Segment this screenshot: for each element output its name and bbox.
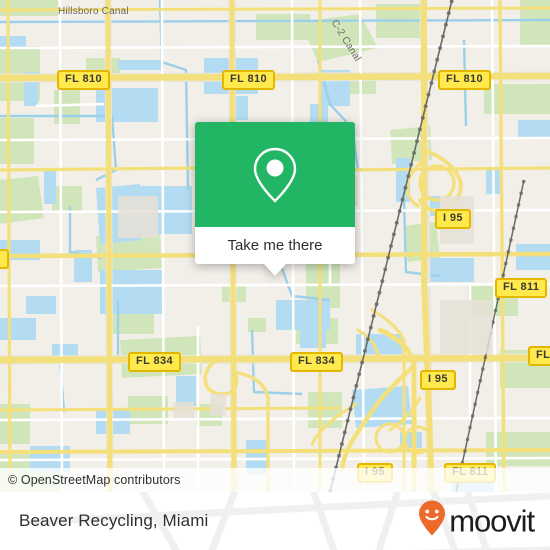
popup-pointer-tail	[264, 264, 286, 276]
map-viewport[interactable]: Hillsboro Canal C-2 Canal FL 810 FL 810 …	[0, 0, 550, 492]
shield-partial-left[interactable]: 1	[0, 249, 9, 269]
shield-fl-834-left[interactable]: FL 834	[128, 352, 182, 372]
shield-fl-810-left[interactable]: FL 810	[57, 70, 111, 90]
map-attribution-bar: © OpenStreetMap contributors	[0, 468, 550, 492]
page-title: Beaver Recycling, Miami	[19, 511, 209, 530]
shield-fl-834-mid[interactable]: FL 834	[290, 352, 344, 372]
osm-attribution-text[interactable]: © OpenStreetMap contributors	[0, 473, 181, 487]
shield-i-95-upper[interactable]: I 95	[435, 209, 471, 229]
popup-image-panel	[195, 122, 355, 227]
shield-fl-811-upper[interactable]: FL 811	[495, 278, 548, 298]
moovit-logo[interactable]: moovit	[417, 500, 535, 543]
footer-bar: Beaver Recycling, Miami moovit	[0, 492, 550, 550]
shield-fl-partial-right[interactable]: FL	[528, 346, 550, 366]
hillsboro-canal-label: Hillsboro Canal	[58, 6, 129, 17]
shield-fl-810-right[interactable]: FL 810	[438, 70, 492, 90]
location-popup: Take me there	[195, 122, 355, 276]
take-me-there-label: Take me there	[227, 237, 323, 254]
map-screenshot: Hillsboro Canal C-2 Canal FL 810 FL 810 …	[0, 0, 550, 550]
moovit-wordmark: moovit	[449, 503, 535, 539]
map-pin-icon	[249, 144, 301, 206]
moovit-smiley-pin-icon	[417, 500, 447, 543]
shield-i-95-mid[interactable]: I 95	[420, 370, 456, 390]
take-me-there-button[interactable]: Take me there	[195, 227, 355, 276]
shield-fl-810-mid[interactable]: FL 810	[222, 70, 276, 90]
